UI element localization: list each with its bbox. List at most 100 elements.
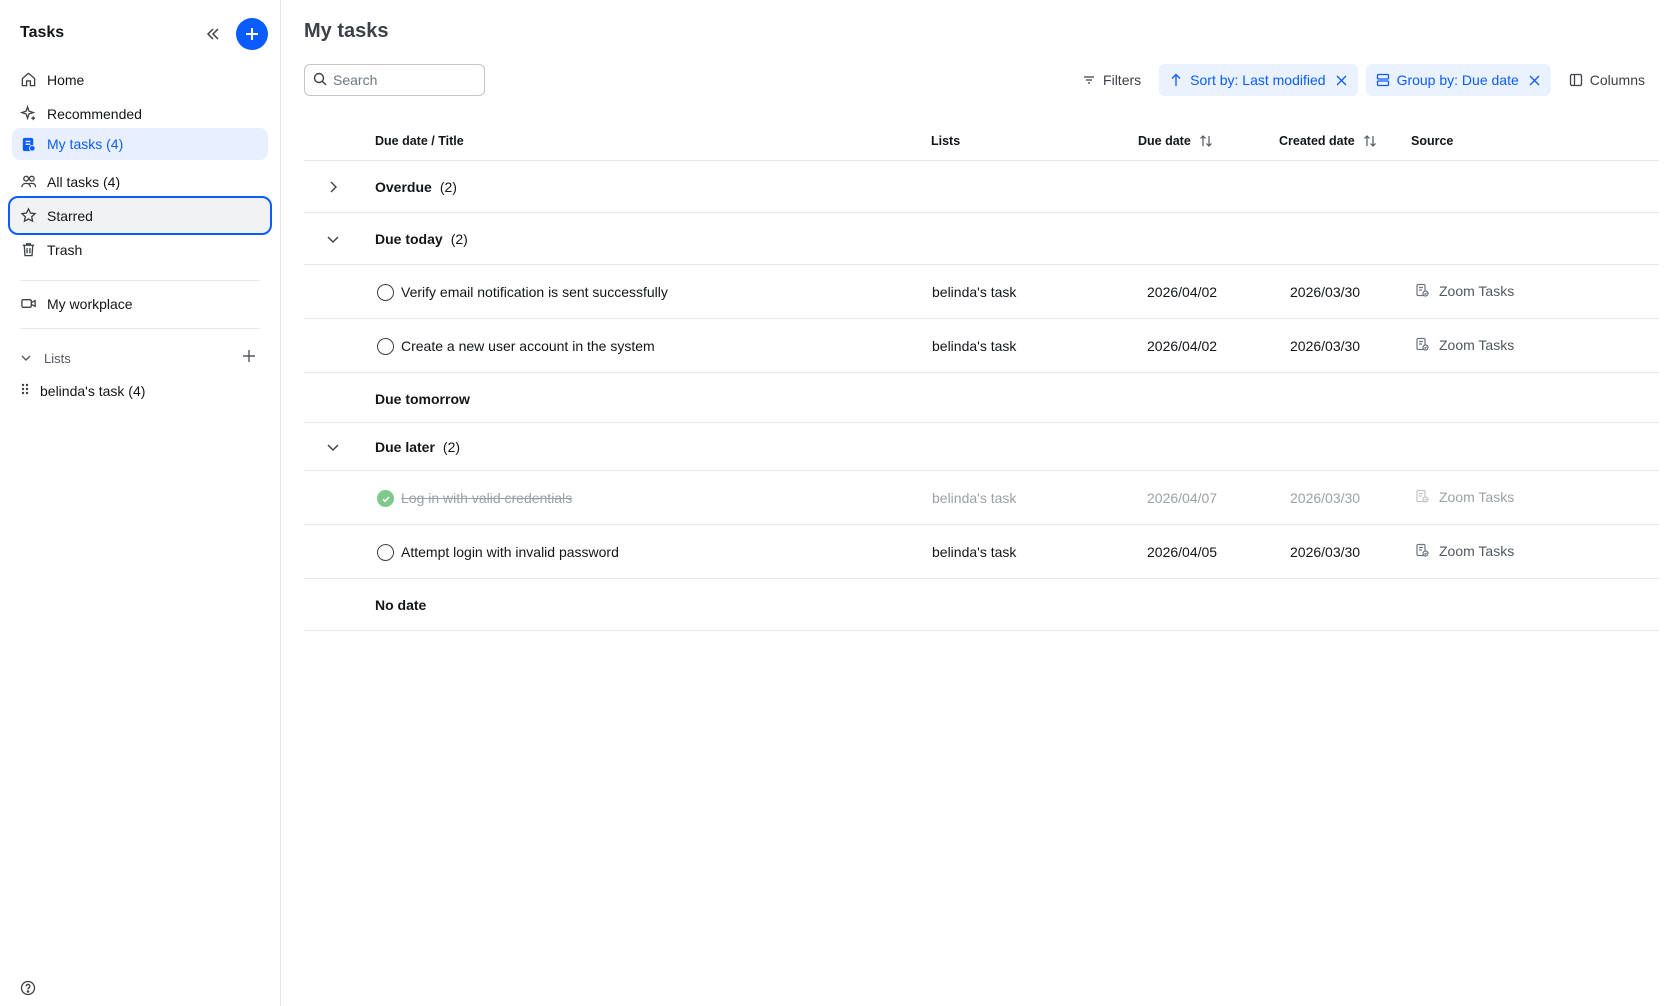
- nav-my-workplace-label: My workplace: [47, 295, 133, 312]
- group-row-no-date[interactable]: No date: [304, 579, 1659, 631]
- group-label: Due tomorrow: [375, 391, 470, 407]
- task-created-date: 2026/03/30: [1290, 338, 1361, 354]
- task-source-label: Zoom Tasks: [1439, 337, 1515, 353]
- remove-group-icon[interactable]: [1529, 74, 1541, 86]
- task-due-date: 2026/04/05: [1147, 544, 1218, 560]
- nav-recommended[interactable]: Recommended: [12, 98, 268, 129]
- task-source-label: Zoom Tasks: [1439, 283, 1515, 299]
- sparkle-icon: [19, 105, 37, 123]
- nav-home-label: Home: [47, 71, 85, 88]
- table-row[interactable]: Verify email notification is sent succes…: [304, 265, 1659, 319]
- column-header-source[interactable]: Source: [1411, 134, 1453, 148]
- drag-handle-icon[interactable]: [20, 382, 34, 399]
- lists-header-label: Lists: [44, 350, 71, 366]
- home-icon: [19, 71, 37, 89]
- group-title: Overdue: [375, 179, 432, 195]
- nav-my-tasks-label: My tasks (4): [47, 136, 124, 152]
- completed-check-icon[interactable]: [377, 490, 394, 507]
- column-header-label: Due date / Title: [375, 134, 464, 148]
- task-list: belinda's task: [932, 284, 1017, 300]
- table-row[interactable]: Attempt login with invalid password beli…: [304, 525, 1659, 579]
- column-header-label: Lists: [931, 134, 961, 148]
- sort-label: Sort by: Last modified: [1190, 72, 1326, 88]
- task-title[interactable]: Create a new user account in the system: [401, 338, 655, 354]
- complete-checkbox[interactable]: [377, 284, 394, 301]
- sort-chip[interactable]: Sort by: Last modified: [1159, 64, 1358, 96]
- group-count: (2): [442, 439, 461, 455]
- nav-trash-label: Trash: [47, 241, 83, 258]
- group-label: Overdue (2): [375, 179, 457, 195]
- chevron-down-icon[interactable]: [325, 439, 341, 455]
- new-task-button[interactable]: [236, 18, 268, 50]
- sidebar-header: Tasks: [20, 18, 272, 54]
- search-input[interactable]: [333, 72, 473, 88]
- group-label: Due later (2): [375, 439, 460, 455]
- task-due-date: 2026/04/02: [1147, 338, 1218, 354]
- group-row-due-today[interactable]: Due today (2): [304, 213, 1659, 265]
- column-header-label: Created date: [1279, 134, 1355, 148]
- filters-button[interactable]: Filters: [1072, 64, 1151, 96]
- filters-label: Filters: [1103, 72, 1142, 88]
- sidebar-divider: [20, 280, 260, 281]
- nav-all-tasks-label: All tasks (4): [47, 173, 121, 190]
- group-row-due-tomorrow[interactable]: Due tomorrow: [304, 373, 1659, 423]
- task-title[interactable]: Verify email notification is sent succes…: [401, 284, 668, 300]
- sidebar: Tasks Home Recommended My tasks (4) All …: [0, 0, 281, 1006]
- task-title[interactable]: Log in with valid credentials: [401, 490, 572, 506]
- nav-all-tasks[interactable]: All tasks (4): [12, 166, 268, 197]
- chevron-down-icon[interactable]: [325, 231, 341, 247]
- group-label: No date: [375, 597, 426, 613]
- nav-my-workplace[interactable]: My workplace: [12, 288, 268, 319]
- help-icon[interactable]: [20, 980, 36, 996]
- group-row-due-later[interactable]: Due later (2): [304, 423, 1659, 471]
- complete-checkbox[interactable]: [377, 544, 394, 561]
- task-created-date: 2026/03/30: [1290, 490, 1361, 506]
- nav-trash[interactable]: Trash: [12, 234, 268, 265]
- task-title[interactable]: Attempt login with invalid password: [401, 544, 619, 560]
- task-list: belinda's task: [932, 490, 1017, 506]
- table-row[interactable]: Log in with valid credentials belinda's …: [304, 471, 1659, 525]
- columns-button[interactable]: Columns: [1559, 64, 1655, 96]
- nav-starred[interactable]: Starred: [8, 196, 272, 235]
- sidebar-divider: [20, 328, 260, 329]
- task-due-date: 2026/04/07: [1147, 490, 1218, 506]
- table-header: Due date / Title Lists Due date Created …: [304, 120, 1659, 161]
- sort-toggle-icon[interactable]: [1199, 134, 1213, 148]
- task-list: belinda's task: [932, 544, 1017, 560]
- nav-starred-label: Starred: [47, 207, 93, 224]
- table-row[interactable]: Create a new user account in the system …: [304, 319, 1659, 373]
- lists-section-toggle[interactable]: Lists: [20, 348, 260, 368]
- list-item-label: belinda's task (4): [40, 382, 146, 399]
- remove-sort-icon[interactable]: [1336, 74, 1348, 86]
- page-title: My tasks: [304, 20, 389, 42]
- group-chip[interactable]: Group by: Due date: [1365, 64, 1551, 96]
- zoom-tasks-icon: [1415, 543, 1431, 559]
- complete-checkbox[interactable]: [377, 338, 394, 355]
- task-list: belinda's task: [932, 338, 1017, 354]
- search-box[interactable]: [304, 64, 485, 96]
- filter-icon: [1082, 72, 1098, 88]
- column-header-label: Due date: [1138, 134, 1191, 148]
- list-item-belindas-task[interactable]: belinda's task (4): [20, 382, 145, 399]
- search-icon: [313, 72, 327, 89]
- group-title: Due tomorrow: [375, 391, 470, 407]
- column-header-due-date[interactable]: Due date: [1138, 134, 1213, 148]
- task-source: Zoom Tasks: [1415, 283, 1514, 299]
- collapse-sidebar-icon[interactable]: [203, 24, 223, 44]
- column-header-lists[interactable]: Lists: [931, 134, 960, 148]
- chevron-right-icon[interactable]: [325, 179, 341, 195]
- group-row-overdue[interactable]: Overdue (2): [304, 161, 1659, 213]
- task-source: Zoom Tasks: [1415, 337, 1514, 353]
- nav-my-tasks[interactable]: My tasks (4): [12, 128, 268, 160]
- task-source-label: Zoom Tasks: [1439, 543, 1515, 559]
- add-list-icon[interactable]: [242, 349, 258, 365]
- column-header-created-date[interactable]: Created date: [1279, 134, 1377, 148]
- app-title: Tasks: [20, 24, 65, 41]
- task-source-label: Zoom Tasks: [1439, 489, 1515, 505]
- nav-home[interactable]: Home: [12, 64, 268, 95]
- column-header-label: Source: [1411, 134, 1454, 148]
- sort-toggle-icon[interactable]: [1363, 134, 1377, 148]
- zoom-tasks-icon: [1415, 337, 1431, 353]
- main-content: My tasks Filters Sort by: Last modified: [282, 0, 1669, 1006]
- column-header-title[interactable]: Due date / Title: [375, 134, 464, 148]
